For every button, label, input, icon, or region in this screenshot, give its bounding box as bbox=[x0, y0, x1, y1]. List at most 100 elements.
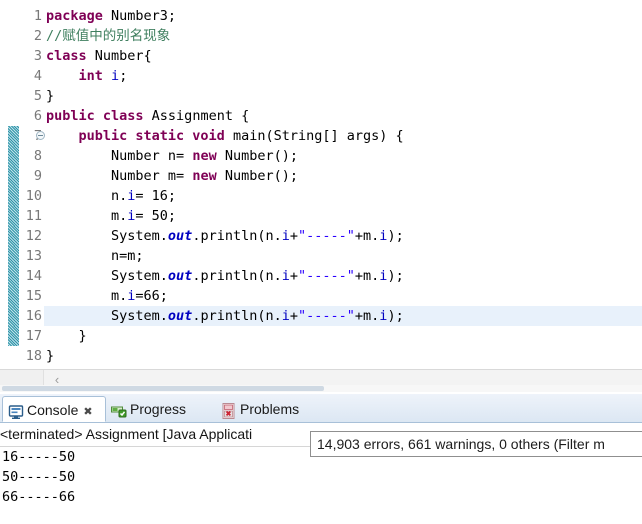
code-line[interactable]: 14 System.out.println(n.i+"-----"+m.i); bbox=[0, 266, 642, 286]
editor-horizontal-scrollbar[interactable]: ‹ bbox=[0, 369, 642, 392]
code-line[interactable]: 12 System.out.println(n.i+"-----"+m.i); bbox=[0, 226, 642, 246]
problems-icon: ✖ bbox=[221, 401, 237, 419]
code-line[interactable]: 4 int i; bbox=[0, 66, 642, 86]
console-output-line: 50-----50 bbox=[2, 469, 76, 485]
console-icon bbox=[8, 402, 24, 419]
line-number: 5 bbox=[0, 86, 44, 106]
code-line-text: } bbox=[46, 86, 54, 106]
code-line-text: m.i= 50; bbox=[46, 206, 176, 226]
code-token: Number m= bbox=[46, 168, 193, 184]
code-line[interactable]: 8 Number n= new Number(); bbox=[0, 146, 642, 166]
svg-text:✖: ✖ bbox=[225, 410, 231, 418]
code-fold-collapse-icon[interactable] bbox=[36, 131, 45, 140]
code-token: Assignment { bbox=[143, 108, 250, 124]
hscroll-thumb[interactable] bbox=[2, 386, 324, 391]
code-token: = 50; bbox=[135, 208, 177, 224]
code-token: Number{ bbox=[86, 48, 152, 64]
code-token: class bbox=[46, 48, 87, 64]
code-token: =66; bbox=[135, 288, 168, 304]
hscroll-track[interactable] bbox=[0, 385, 642, 392]
tab-progress[interactable]: Progress bbox=[106, 396, 206, 422]
tab-console[interactable]: Console ✖ bbox=[2, 396, 106, 422]
code-token: + bbox=[289, 308, 298, 324]
code-token: n. bbox=[46, 188, 128, 204]
line-number: 1 bbox=[0, 6, 44, 26]
line-number: 8 bbox=[0, 146, 44, 166]
code-line[interactable]: 18} bbox=[0, 346, 642, 366]
code-line[interactable]: 7 public static void main(String[] args)… bbox=[0, 126, 642, 146]
change-bar-marker bbox=[8, 166, 19, 186]
console-output-line: 66-----66 bbox=[2, 489, 76, 505]
tab-label: Progress bbox=[130, 401, 187, 417]
code-token: "-----" bbox=[298, 308, 355, 324]
code-line[interactable]: 11 m.i= 50; bbox=[0, 206, 642, 226]
code-editor[interactable]: } 1package Number3;2//赋值中的别名现象3class Num… bbox=[0, 0, 642, 392]
code-token: m. bbox=[46, 208, 128, 224]
code-line[interactable]: 1 package Number3; bbox=[0, 6, 642, 26]
code-token: main(String[] args) { bbox=[224, 128, 404, 144]
code-token: } bbox=[46, 88, 55, 104]
code-line[interactable]: 9 Number m= new Number(); bbox=[0, 166, 642, 186]
tab-problems[interactable]: ✖ Problems bbox=[216, 396, 316, 422]
code-token: Number(); bbox=[216, 148, 298, 164]
line-number: 4 bbox=[0, 66, 44, 86]
code-line[interactable]: 10 n.i= 16; bbox=[0, 186, 642, 206]
code-token: +m. bbox=[354, 268, 380, 284]
code-token: n=m; bbox=[46, 248, 144, 264]
code-line[interactable]: 2//赋值中的别名现象 bbox=[0, 26, 642, 46]
code-token: .println(n. bbox=[192, 228, 282, 244]
line-number: 6 bbox=[0, 106, 44, 126]
line-number: 18 bbox=[0, 346, 44, 366]
code-line-text: m.i=66; bbox=[46, 286, 168, 306]
code-line[interactable]: 15 m.i=66; bbox=[0, 286, 642, 306]
code-token: new bbox=[192, 168, 217, 184]
code-line[interactable]: 16 System.out.println(n.i+"-----"+m.i); bbox=[0, 306, 642, 326]
console-launch-text: <terminated> Assignment [Java Applicati bbox=[0, 426, 253, 442]
line-number: 3 bbox=[0, 46, 44, 66]
code-token: +m. bbox=[354, 228, 380, 244]
code-token: Number(); bbox=[216, 168, 298, 184]
line-number: 16 bbox=[0, 306, 44, 326]
code-token: out bbox=[167, 228, 193, 244]
code-token: new bbox=[192, 148, 217, 164]
line-number: 11 bbox=[0, 206, 44, 226]
code-token: ); bbox=[387, 308, 404, 324]
line-number: 17 bbox=[0, 326, 44, 346]
change-bar-marker bbox=[8, 126, 19, 146]
code-line[interactable]: 3 class Number{ bbox=[0, 46, 642, 66]
change-bar-marker bbox=[8, 206, 19, 226]
code-line[interactable]: 17 } bbox=[0, 326, 642, 346]
line-number: 15 bbox=[0, 286, 44, 306]
code-token: } bbox=[46, 328, 87, 344]
line-number: 10 bbox=[0, 186, 44, 206]
console-output[interactable]: 16-----50 50-----50 66-----66 bbox=[0, 447, 642, 524]
code-line-text: } bbox=[46, 326, 87, 346]
code-token: public class bbox=[46, 108, 144, 124]
code-token: out bbox=[167, 268, 193, 284]
change-bar-marker bbox=[8, 266, 19, 286]
code-token: m. bbox=[46, 288, 128, 304]
progress-icon bbox=[111, 401, 127, 418]
code-token: //赋值中的别名现象 bbox=[46, 28, 171, 44]
line-number: 2 bbox=[0, 26, 44, 46]
line-number: 13 bbox=[0, 246, 44, 266]
change-bar-marker bbox=[8, 186, 19, 206]
code-line[interactable]: 6 public class Assignment { bbox=[0, 106, 642, 126]
code-token: i bbox=[281, 228, 290, 244]
line-number: 9 bbox=[0, 166, 44, 186]
view-tab-bar: Console ✖ Progress ✖ Problems bbox=[0, 394, 642, 423]
code-token: + bbox=[289, 228, 298, 244]
code-token: ); bbox=[387, 228, 404, 244]
change-bar-marker bbox=[8, 286, 19, 306]
bottom-view-panel: Console ✖ Progress ✖ Problems <terminated> A… bbox=[0, 394, 642, 524]
code-line[interactable]: 13 n=m; bbox=[0, 246, 642, 266]
code-token: out bbox=[167, 308, 193, 324]
code-line[interactable]: 5} bbox=[0, 86, 642, 106]
code-line-text: } bbox=[46, 346, 54, 366]
change-bar-marker bbox=[8, 146, 19, 166]
code-token: public static void bbox=[78, 128, 225, 144]
code-line-text: class Number{ bbox=[46, 46, 152, 66]
